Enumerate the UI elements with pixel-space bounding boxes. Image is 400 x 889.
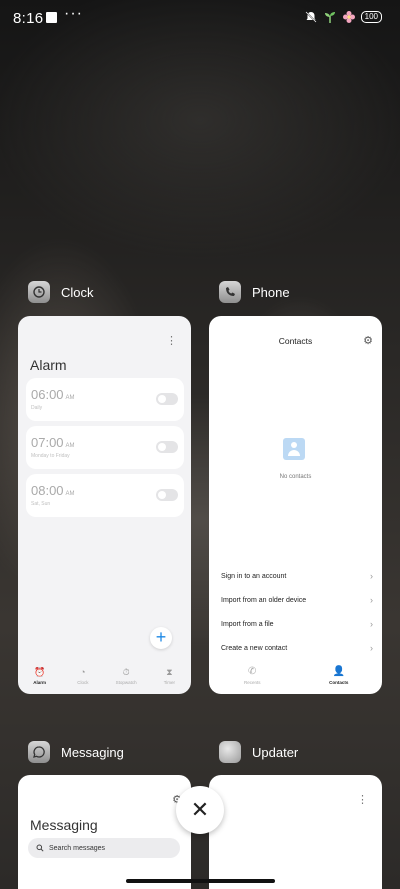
alarm-toggle: [156, 393, 178, 405]
stopwatch-icon: ⏱: [122, 667, 130, 677]
recent-card-clock[interactable]: ⋮ Alarm 06:00 AM Daily 07:00 AM Monday to …: [18, 316, 191, 694]
recent-app-header-updater[interactable]: Updater: [219, 741, 298, 763]
more-menu-icon: ⋮: [166, 335, 177, 347]
alarm-time: 06:00 AM: [31, 387, 75, 402]
status-bar: 8:16 ··· 100: [0, 0, 400, 36]
alarm-time: 07:00 AM: [31, 435, 75, 450]
chevron-right-icon: ›: [370, 619, 373, 629]
alarm-toggle: [156, 489, 178, 501]
alarm-clock-icon: ⏰: [34, 667, 46, 677]
search-messages-field: Search messages: [28, 838, 180, 858]
alarm-repeat: Monday to Friday: [31, 453, 70, 459]
recent-app-header-messaging[interactable]: Messaging: [28, 741, 124, 763]
phone-tab-bar: ✆ Recents 👤 Contacts: [209, 666, 382, 685]
notification-off-icon: [305, 11, 317, 23]
recent-card-phone[interactable]: Contacts ⚙ No contacts Sign in to an acc…: [209, 316, 382, 694]
chevron-right-icon: ›: [370, 643, 373, 653]
alarm-item: 07:00 AM Monday to Friday: [26, 426, 184, 469]
alarm-item: 08:00 AM Sat, Sun: [26, 474, 184, 517]
recent-app-header-phone[interactable]: Phone: [219, 281, 290, 303]
notification-square-icon: [46, 12, 57, 23]
person-icon: 👤: [332, 666, 345, 677]
phone-icon: ✆: [248, 666, 257, 677]
more-notifications-icon: ···: [64, 5, 83, 22]
alarm-item: 06:00 AM Daily: [26, 378, 184, 421]
screen-title: Messaging: [30, 817, 98, 833]
search-placeholder: Search messages: [49, 844, 106, 852]
app-name: Phone: [252, 284, 290, 300]
app-name: Clock: [61, 284, 94, 300]
updater-app-icon: [219, 741, 241, 763]
clock-app-icon: [28, 281, 50, 303]
alarm-time: 08:00 AM: [31, 483, 75, 498]
messaging-app-icon: [28, 741, 50, 763]
tab-clock: ◔ Clock: [77, 667, 89, 685]
status-time: 8:16: [13, 10, 44, 27]
clear-all-button[interactable]: ✕: [176, 786, 224, 834]
option-import-file: Import from a file ›: [221, 619, 373, 629]
screen-title: Contacts: [278, 336, 313, 346]
app-name: Updater: [252, 744, 299, 760]
tab-alarm: ⏰ Alarm: [33, 667, 46, 685]
tab-recents: ✆ Recents: [243, 666, 261, 685]
recent-card-updater[interactable]: ⋮: [209, 775, 382, 889]
home-gesture-bar[interactable]: [126, 879, 275, 883]
sprout-icon: [324, 12, 335, 23]
option-import-older-device: Import from an older device ›: [221, 595, 373, 605]
hourglass-icon: ⧗: [166, 667, 173, 677]
chevron-right-icon: ›: [370, 571, 373, 581]
empty-state-text: No contacts: [279, 474, 312, 480]
chevron-right-icon: ›: [370, 595, 373, 605]
status-icons: 100: [304, 10, 382, 24]
recent-app-header-clock[interactable]: Clock: [28, 281, 94, 303]
tab-timer: ⧗ Timer: [163, 667, 176, 685]
flower-icon: [342, 11, 355, 23]
search-icon: [36, 844, 44, 852]
phone-app-icon: [219, 281, 241, 303]
clock-tab-bar: ⏰ Alarm ◔ Clock ⏱ Stopwatch ⧗ Timer: [18, 667, 191, 685]
tab-contacts: 👤 Contacts: [329, 666, 349, 685]
alarm-repeat: Sat, Sun: [31, 501, 51, 507]
gear-icon: ⚙: [363, 335, 373, 347]
tab-stopwatch: ⏱ Stopwatch: [115, 667, 137, 685]
clock-icon: ◔: [80, 667, 86, 677]
app-name: Messaging: [61, 744, 124, 760]
alarm-toggle: [156, 441, 178, 453]
recent-card-messaging[interactable]: ⚙ Messaging Search messages: [18, 775, 191, 889]
battery-indicator: 100: [360, 11, 382, 23]
screen-title: Alarm: [30, 357, 67, 373]
alarm-repeat: Daily: [31, 405, 43, 411]
option-sign-in: Sign in to an account ›: [221, 571, 373, 581]
empty-contact-icon: [283, 438, 305, 460]
add-alarm-button: +: [150, 627, 172, 649]
option-create-contact: Create a new contact ›: [221, 643, 373, 653]
more-menu-icon: ⋮: [357, 794, 368, 806]
